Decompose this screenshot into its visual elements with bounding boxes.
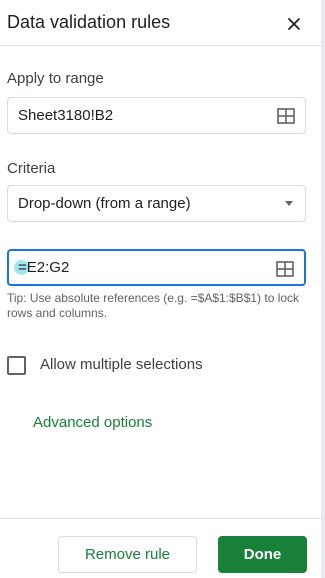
grid-icon[interactable] (276, 261, 294, 277)
remove-rule-button[interactable]: Remove rule (58, 536, 197, 573)
allow-multiple-checkbox[interactable] (7, 356, 26, 375)
close-icon (288, 18, 300, 30)
data-validation-panel: Data validation rules Apply to range She… (0, 0, 325, 578)
range-value: Sheet3180!B2 (18, 107, 114, 124)
panel-title: Data validation rules (7, 12, 171, 32)
chevron-down-icon (285, 201, 293, 206)
criteria-range-value: =E2:G2 (18, 259, 70, 276)
tip-text: Tip: Use absolute references (e.g. =$A$1… (7, 291, 300, 320)
grid-icon[interactable] (277, 108, 295, 124)
advanced-options-link[interactable]: Advanced options (33, 414, 152, 431)
apply-to-range-label: Apply to range (7, 70, 104, 87)
apply-to-range-input[interactable]: Sheet3180!B2 (7, 97, 306, 134)
scrollbar-track (321, 0, 325, 578)
panel-header: Data validation rules (0, 0, 321, 46)
done-button[interactable]: Done (218, 536, 307, 573)
criteria-range-input[interactable]: =E2:G2 (7, 249, 306, 286)
criteria-label: Criteria (7, 160, 56, 177)
criteria-dropdown[interactable]: Drop-down (from a range) (7, 185, 306, 222)
footer-divider (0, 518, 321, 519)
criteria-selected: Drop-down (from a range) (18, 195, 191, 212)
allow-multiple-label[interactable]: Allow multiple selections (40, 356, 203, 373)
close-button[interactable] (280, 10, 308, 38)
